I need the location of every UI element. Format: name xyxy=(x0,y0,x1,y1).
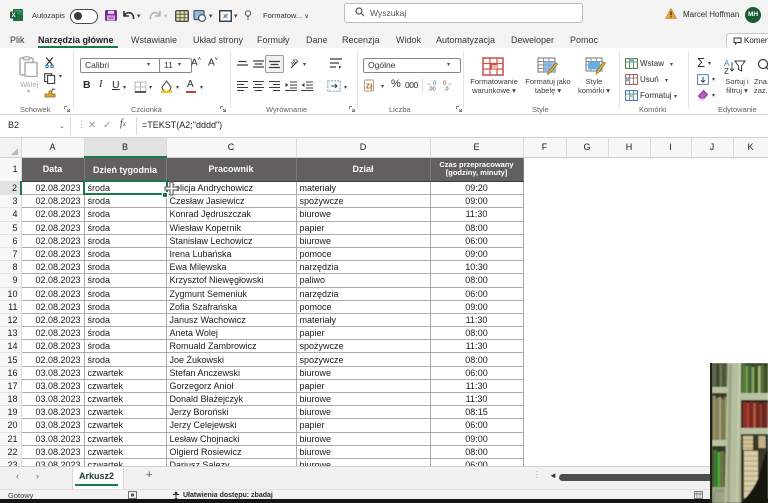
svg-text:Z: Z xyxy=(724,67,729,75)
svg-text:.00: .00 xyxy=(428,87,436,92)
svg-text:X: X xyxy=(11,12,16,19)
svg-text:ab: ab xyxy=(290,58,300,68)
svg-text:.0: .0 xyxy=(444,87,449,92)
